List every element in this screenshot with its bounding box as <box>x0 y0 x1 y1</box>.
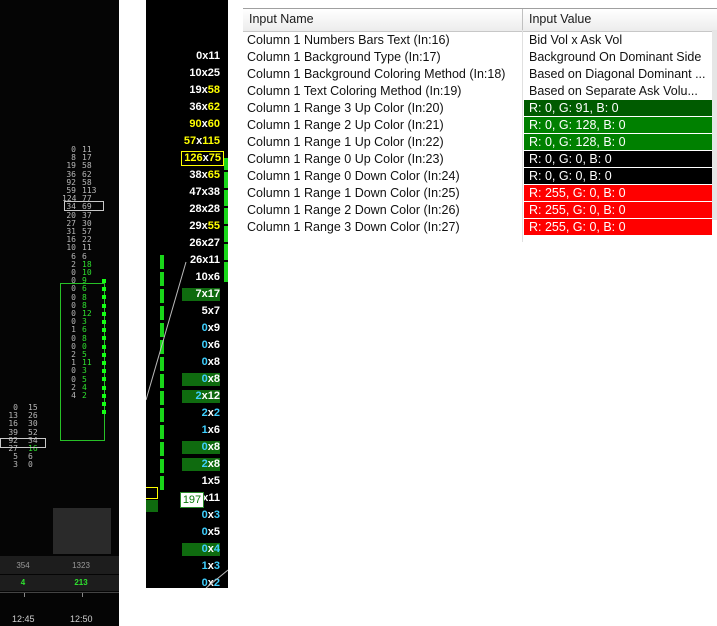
table-row[interactable]: Column 1 Range 1 Down Color (In:25) R: 25… <box>243 185 717 202</box>
table-row[interactable]: Column 1 Numbers Bars Text (In:16) Bid Vo… <box>243 32 717 49</box>
table-row[interactable]: Column 1 Range 2 Down Color (In:26) R: 25… <box>243 202 717 219</box>
volume-dot <box>102 344 106 349</box>
volume-dot <box>102 287 106 292</box>
cell: 3 <box>13 460 18 470</box>
table-row[interactable]: Column 1 Range 3 Down Color (In:27) R: 25… <box>243 219 717 236</box>
middle-chart-panel[interactable]: 0x11 10x25 19x58 36x62 90x60 57x115 126x75 38x6… <box>146 0 228 588</box>
input-name-cell: Column 1 Range 0 Down Color (In:24) <box>247 169 460 183</box>
input-value-cell[interactable]: Based on Diagonal Dominant ... <box>524 66 712 82</box>
volume-value-2: 1323 <box>72 561 90 570</box>
volume-value-1: 354 <box>16 561 30 570</box>
table-row[interactable]: Column 1 Background Type (In:17) Backgrou… <box>243 49 717 66</box>
input-name-cell: Column 1 Range 2 Up Color (In:21) <box>247 118 444 132</box>
prev-poc-box <box>0 438 46 448</box>
time-label-1: 12:45 <box>12 614 35 624</box>
input-name-cell: Column 1 Range 1 Up Color (In:22) <box>247 135 444 149</box>
color-value-cell[interactable]: R: 0, G: 0, B: 0 <box>524 168 712 184</box>
volume-dot <box>102 328 106 333</box>
color-value-cell[interactable]: R: 0, G: 91, B: 0 <box>524 100 712 116</box>
color-value-cell[interactable]: R: 0, G: 128, B: 0 <box>524 134 712 150</box>
input-value-cell[interactable]: Bid Vol x Ask Vol <box>524 32 712 48</box>
volume-dot <box>102 377 106 382</box>
color-value-cell[interactable]: R: 0, G: 0, B: 0 <box>524 151 712 167</box>
volume-dot <box>102 369 106 374</box>
cell: 0 <box>28 460 33 470</box>
volume-dot <box>102 336 106 341</box>
volume-dot <box>102 393 106 398</box>
total-volume-label: 197 <box>180 492 204 508</box>
input-name-cell: Column 1 Range 3 Down Color (In:27) <box>247 220 460 234</box>
input-value-cell[interactable]: Background On Dominant Side <box>524 49 712 65</box>
table-row[interactable]: Column 1 Range 0 Up Color (In:23) R: 0, G… <box>243 151 717 168</box>
table-row[interactable]: Column 1 Text Coloring Method (In:19) Bas… <box>243 83 717 100</box>
input-name-cell: Column 1 Numbers Bars Text (In:16) <box>247 33 450 47</box>
input-name-cell: Column 1 Range 2 Down Color (In:26) <box>247 203 460 217</box>
volume-dot <box>102 279 106 283</box>
input-name-cell: Column 1 Background Type (In:17) <box>247 50 441 64</box>
input-value-cell[interactable]: Based on Separate Ask Volu... <box>524 83 712 99</box>
volume-dot <box>102 410 106 415</box>
input-name-cell: Column 1 Range 0 Up Color (In:23) <box>247 152 444 166</box>
poc-box <box>64 201 104 211</box>
time-label-2: 12:50 <box>70 614 93 624</box>
time-tick-1 <box>24 593 25 597</box>
input-name-cell: Column 1 Range 3 Up Color (In:20) <box>247 101 444 115</box>
color-value-cell[interactable]: R: 0, G: 128, B: 0 <box>524 117 712 133</box>
header-separator[interactable] <box>522 9 523 31</box>
time-axis-line <box>0 592 119 593</box>
prev-ask-column: 15 26 30 52 34 16 6 0 <box>28 403 42 470</box>
left-chart-panel[interactable]: 0 8 19 36 92 59 124 34 20 27 31 16 10 6 2 0 0 0 0 0 0 0 1 0 0 2 1 0… <box>0 0 119 626</box>
input-name-cell: Column 1 Background Coloring Method (In:… <box>247 67 506 81</box>
volume-bar <box>53 508 111 554</box>
prev-bid-column: 0 13 16 39 92 27 5 3 <box>4 403 18 470</box>
volume-dot <box>102 352 106 357</box>
color-value-cell[interactable]: R: 255, G: 0, B: 0 <box>524 219 712 235</box>
table-header: Input Name Input Value <box>243 8 717 32</box>
volume-dot <box>102 402 106 406</box>
table-row[interactable]: Column 1 Range 0 Down Color (In:24) R: 0,… <box>243 168 717 185</box>
input-name-cell: Column 1 Text Coloring Method (In:19) <box>247 84 462 98</box>
volume-dot <box>102 303 106 308</box>
volume-dot <box>102 361 106 365</box>
time-tick-2 <box>82 593 83 597</box>
table-row[interactable]: Column 1 Range 1 Up Color (In:22) R: 0, G… <box>243 134 717 151</box>
header-input-value[interactable]: Input Value <box>529 12 591 26</box>
table-row[interactable]: Column 1 Range 2 Up Color (In:21) R: 0, G… <box>243 117 717 134</box>
table-row[interactable]: Column 1 Range 3 Up Color (In:20) R: 0, G… <box>243 100 717 117</box>
volume-dot <box>102 311 106 316</box>
volume-dot <box>102 320 106 324</box>
delta-value-1: 4 <box>20 578 26 587</box>
table-row[interactable]: Column 1 Background Coloring Method (In:… <box>243 66 717 83</box>
volume-dot <box>102 385 106 390</box>
volume-dot <box>102 295 106 300</box>
marker-fill <box>146 500 158 512</box>
input-name-cell: Column 1 Range 1 Down Color (In:25) <box>247 186 460 200</box>
volume-row: 354 1323 <box>0 556 119 574</box>
header-input-name[interactable]: Input Name <box>249 12 314 26</box>
bar-range-box <box>60 283 105 441</box>
marker-box <box>146 487 158 499</box>
column-divider <box>522 30 523 242</box>
color-value-cell[interactable]: R: 255, G: 0, B: 0 <box>524 185 712 201</box>
color-value-cell[interactable]: R: 255, G: 0, B: 0 <box>524 202 712 218</box>
delta-row: 4 213 <box>0 575 119 591</box>
vertical-scrollbar[interactable] <box>712 30 717 220</box>
delta-value-2: 213 <box>74 578 88 587</box>
